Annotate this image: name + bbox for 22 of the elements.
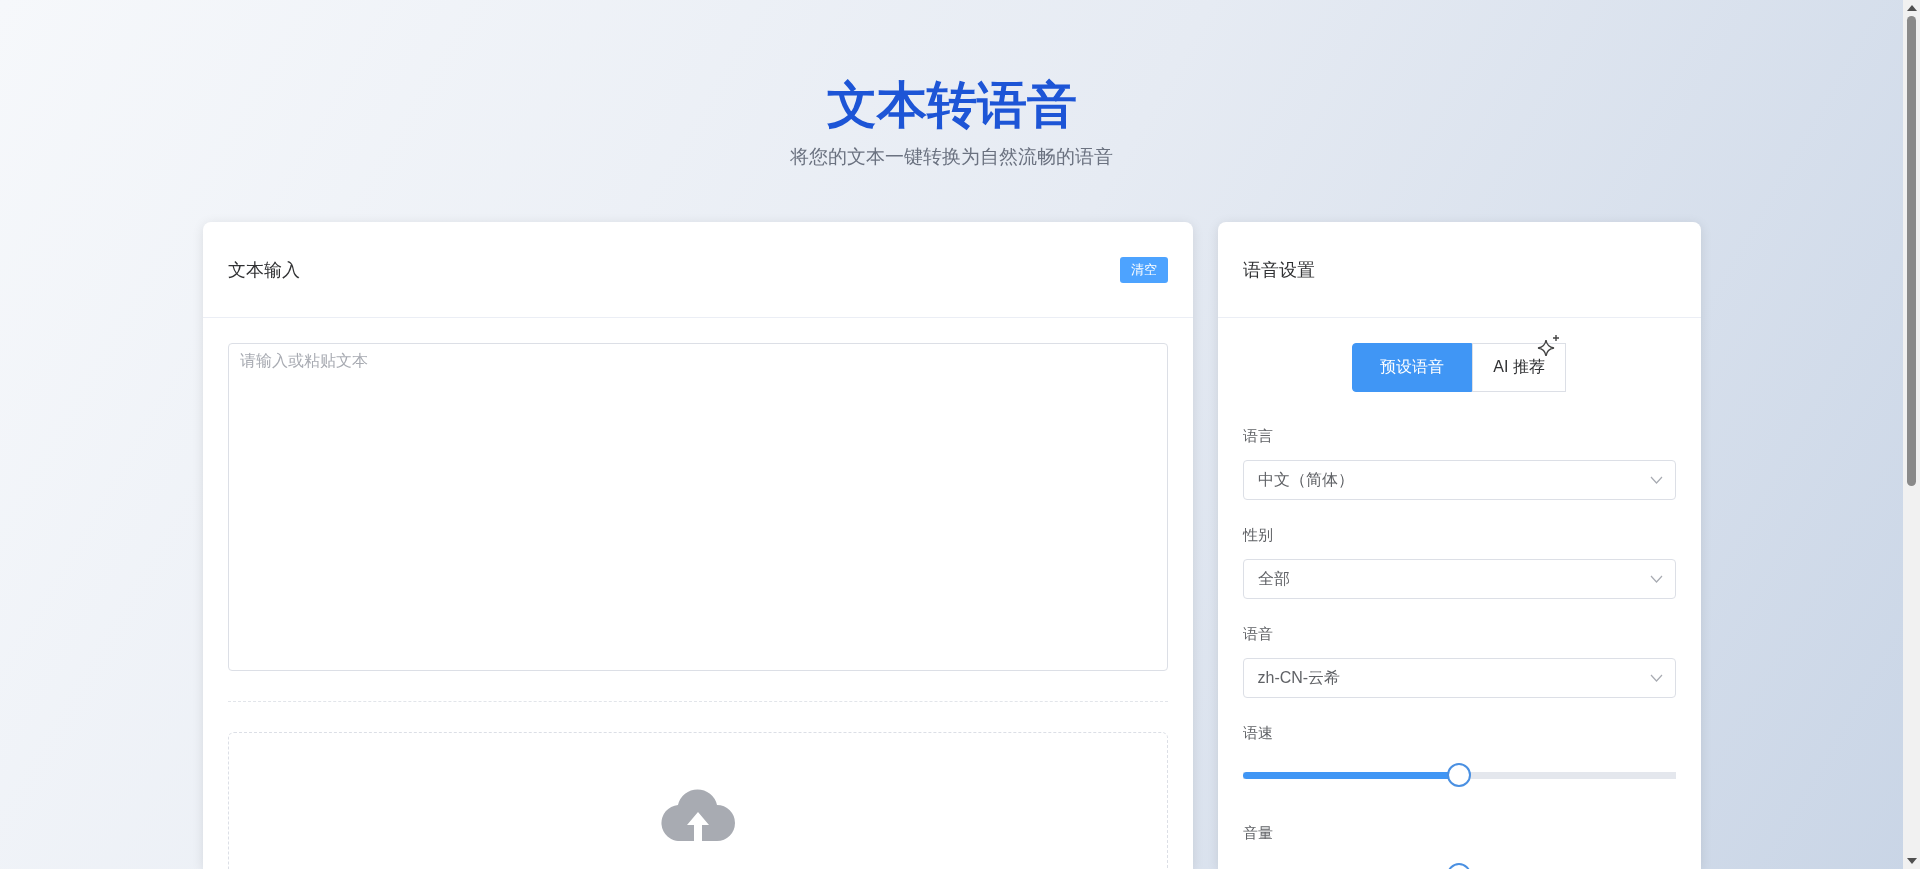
select-field[interactable]: zh-CN-云希 — [1242, 658, 1676, 698]
card-title: 文本输入 — [227, 258, 300, 282]
scrollbar[interactable] — [1903, 0, 1920, 869]
chevron-down-icon — [1649, 476, 1663, 484]
select-field[interactable]: 全部 — [1242, 559, 1676, 599]
chevron-down-icon — [1649, 575, 1663, 583]
select-field[interactable]: 中文（简体） — [1242, 460, 1676, 500]
scroll-up-icon[interactable] — [1906, 5, 1917, 11]
field-label: 语速 — [1242, 723, 1274, 743]
field-label: 性别 — [1242, 525, 1274, 545]
field-label: 音量 — [1242, 823, 1274, 843]
field-label: 语音 — [1242, 624, 1274, 644]
page-subtitle: 将您的文本一键转换为自然流畅的语音 — [790, 145, 1113, 169]
card-title: 语音设置 — [1242, 258, 1315, 282]
scroll-down-icon[interactable] — [1906, 858, 1917, 864]
page-title: 文本转语音 — [826, 76, 1077, 135]
mode-tab[interactable]: AI 推荐 — [1472, 343, 1566, 392]
chevron-down-icon — [1649, 674, 1663, 682]
text-input-field[interactable]: 请输入或粘贴文本 — [227, 343, 1168, 671]
field-label: 语言 — [1242, 426, 1274, 446]
slider-thumb[interactable] — [1447, 763, 1471, 787]
scrollbar-thumb[interactable] — [1907, 16, 1916, 486]
